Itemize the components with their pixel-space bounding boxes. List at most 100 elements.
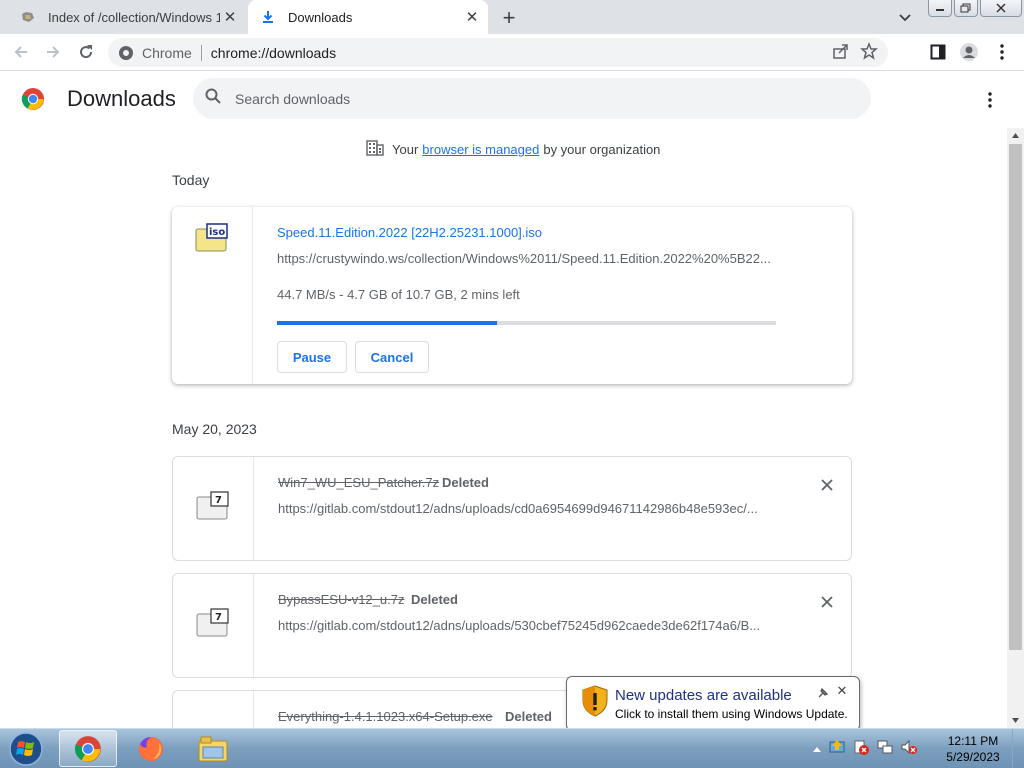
clock-time: 12:11 PM [947,734,999,748]
download-progress-bar [277,321,776,325]
firefox-icon [138,736,163,761]
network-icon[interactable] [876,738,894,761]
taskbar-firefox[interactable] [122,730,180,767]
download-favicon-icon [260,9,276,25]
pause-button[interactable]: Pause [277,341,347,373]
remove-from-list-icon[interactable] [817,592,837,612]
tab-search-chevron-icon[interactable] [893,7,917,29]
download-progress-text: 44.7 MB/s - 4.7 GB of 10.7 GB, 2 mins le… [277,287,520,302]
chrome-chip-icon [119,45,133,60]
back-arrow-icon[interactable] [9,40,33,64]
notification-title: New updates are available [615,687,792,704]
windows-orb-icon [9,732,43,766]
file-icon-column: 7 [173,574,254,677]
cancel-button[interactable]: Cancel [355,341,429,373]
tab-title: Downloads [288,9,353,25]
tab-close-icon[interactable]: ✕ [462,7,482,27]
7z-file-icon: 7 [195,608,229,643]
chip-label: Chrome [142,44,192,61]
bookmark-star-icon[interactable] [860,41,878,63]
managed-notice: Your browser is managed by your organiza… [366,140,660,159]
taskbar-explorer[interactable] [184,730,242,767]
restore-button[interactable] [954,0,978,17]
close-window-button[interactable] [980,0,1022,17]
building-icon [366,140,384,159]
tab-close-icon[interactable]: ✕ [220,7,240,27]
download-item-deleted: 7 BypassESU-v12_u.7z Deleted https://git… [172,573,852,678]
show-hidden-icons-icon[interactable] [812,740,822,758]
date-heading-may-20: May 20, 2023 [172,421,257,437]
address-bar[interactable]: Chrome chrome://downloads [108,38,888,67]
reload-icon[interactable] [74,40,98,64]
omnibox-actions [832,41,878,63]
file-name-deleted: Win7_WU_ESU_Patcher.7z [278,475,440,490]
managed-link[interactable]: browser is managed [422,142,539,157]
share-icon[interactable] [832,42,850,63]
file-source-url[interactable]: https://gitlab.com/stdout12/adns/uploads… [278,618,778,633]
tab-title: Index of /collection/Windows 11/ [48,9,220,25]
date-heading-today: Today [172,172,210,188]
search-downloads-box[interactable] [193,78,871,119]
side-panel-icon[interactable] [926,40,950,64]
file-source-url[interactable]: https://gitlab.com/stdout12/adns/uploads… [278,501,778,516]
windows-update-tray-icon[interactable] [828,738,846,761]
svg-text:7: 7 [215,612,222,623]
tab-downloads[interactable]: Downloads ✕ [248,0,488,34]
notification-options-icon[interactable] [817,686,829,698]
downloads-list: Your browser is managed by your organiza… [0,128,1008,728]
url-text[interactable]: chrome://downloads [211,45,336,61]
chrome-logo-icon [21,87,45,116]
windows-taskbar: 12:11 PM 5/29/2023 [0,728,1024,768]
folder-favicon-icon [20,9,36,25]
browser-toolbar: Chrome chrome://downloads [0,34,1024,71]
scrollbar-thumb[interactable] [1009,144,1022,650]
taskbar-chrome[interactable] [59,730,117,767]
omnibox-separator [200,44,202,61]
deleted-status: Deleted [505,709,552,724]
tab-index-collection[interactable]: Index of /collection/Windows 11/ ✕ [8,0,246,34]
download-item-deleted: 7 Win7_WU_ESU_Patcher.7z Deleted https:/… [172,456,852,561]
profile-avatar-icon[interactable] [957,40,981,64]
volume-muted-icon[interactable] [900,738,918,761]
downloads-menu-icon[interactable] [978,88,1002,112]
windows-update-notification[interactable]: New updates are available Click to insta… [566,676,860,731]
remove-from-list-icon[interactable] [817,475,837,495]
scroll-up-arrow-icon[interactable] [1007,128,1024,143]
action-center-alert-icon[interactable] [852,738,870,761]
show-desktop-button[interactable] [1012,729,1024,768]
deleted-status: Deleted [442,475,489,490]
iso-file-icon: iso [194,223,228,258]
download-progress-fill [277,321,497,325]
downloads-header: Downloads [0,72,1024,128]
managed-suffix: by your organization [543,142,661,157]
tab-strip: Index of /collection/Windows 11/ ✕ Downl… [0,0,1024,34]
page-title: Downloads [67,86,176,111]
search-input[interactable] [235,90,835,107]
security-shield-icon [581,685,609,722]
file-icon-column: iso [172,207,253,384]
notification-body: Click to install them using Windows Upda… [615,707,848,721]
start-button[interactable] [4,731,48,767]
managed-prefix: Your [392,142,419,157]
new-tab-button[interactable]: + [496,5,522,31]
forward-arrow-icon[interactable] [41,40,65,64]
file-icon-column [173,691,254,728]
explorer-icon [198,736,228,761]
scroll-down-arrow-icon[interactable] [1007,713,1024,728]
browser-menu-icon[interactable] [990,40,1014,64]
chrome-icon [74,735,101,762]
file-name-deleted: BypassESU-v12_u.7z [278,592,405,607]
window-controls [928,0,1022,18]
file-icon-column: 7 [173,457,254,560]
chrome-page-chip[interactable]: Chrome [118,45,192,61]
file-source-url[interactable]: https://crustywindo.ws/collection/Window… [277,251,777,266]
file-name-deleted: Everything-1.4.1.1023.x64-Setup.exe [278,709,493,724]
page-scrollbar[interactable] [1007,128,1024,728]
clock-date: 5/29/2023 [946,750,1000,764]
taskbar-clock[interactable]: 12:11 PM 5/29/2023 [940,733,1006,765]
minimize-button[interactable] [928,0,952,17]
notification-close-icon[interactable]: ✕ [835,683,849,698]
search-icon [205,88,221,109]
file-name-link[interactable]: Speed.11.Edition.2022 [22H2.25231.1000].… [277,225,542,240]
svg-text:7: 7 [215,495,222,506]
